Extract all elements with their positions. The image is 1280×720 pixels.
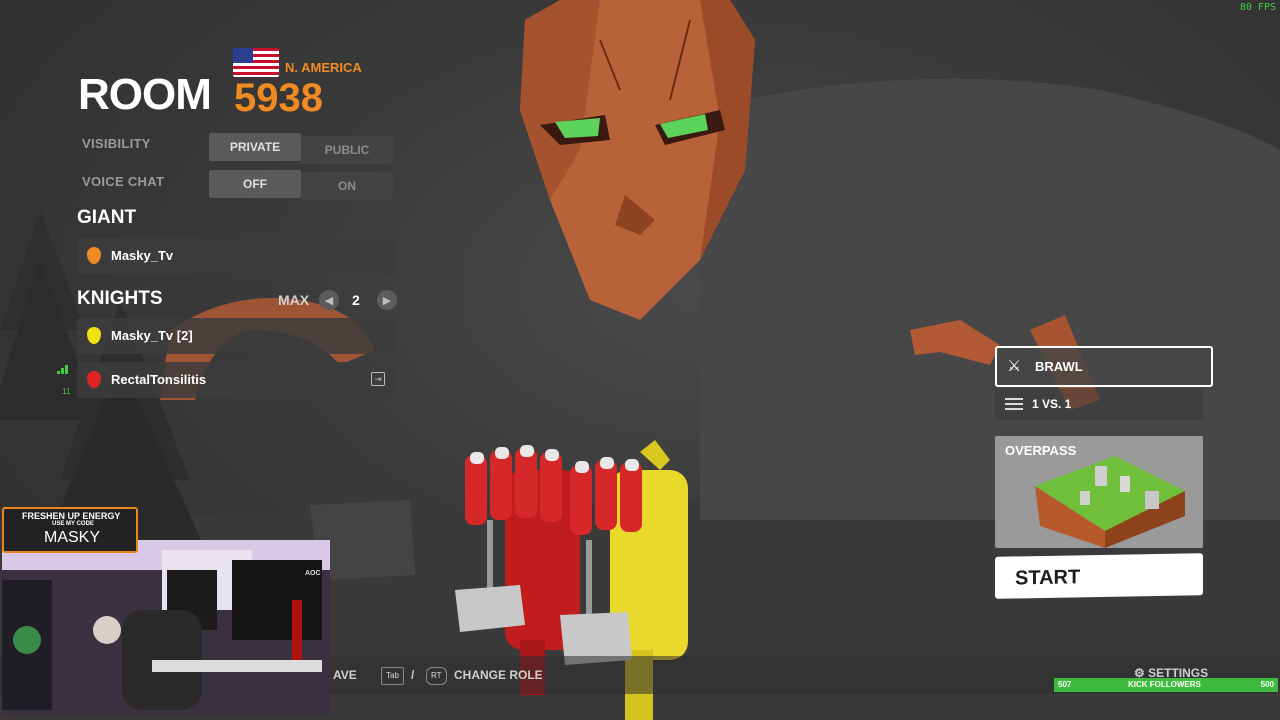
- change-role-hint[interactable]: CHANGE ROLE: [454, 668, 543, 682]
- game-mode-label: BRAWL: [1035, 359, 1083, 374]
- voice-on-button[interactable]: ON: [301, 172, 393, 200]
- fps-counter: 80 FPS: [1239, 2, 1276, 13]
- list-icon: [1005, 395, 1023, 413]
- knight-player-row[interactable]: RectalTonsilitis: [77, 362, 397, 398]
- team-size-selector[interactable]: 1 VS. 1: [995, 388, 1203, 420]
- sponsor-promo: FRESHEN UP ENERGY USE MY CODE MASKY: [2, 507, 138, 553]
- max-label: MAX: [278, 292, 310, 308]
- knight-player-row[interactable]: Masky_Tv [2]: [77, 318, 397, 354]
- map-name: OVERPASS: [1005, 443, 1077, 458]
- us-flag-icon: [233, 48, 279, 77]
- followers-current: 507: [1058, 680, 1072, 689]
- start-button[interactable]: START: [995, 553, 1203, 599]
- decrease-max-button[interactable]: ◀: [319, 290, 339, 310]
- followers-label: KICK FOLLOWERS: [1128, 680, 1201, 689]
- start-label: START: [1015, 566, 1081, 590]
- promo-line2: USE MY CODE: [52, 521, 94, 527]
- region-label: N. AMERICA: [285, 60, 362, 75]
- kick-player-icon[interactable]: ⇥: [371, 372, 385, 386]
- ping-value: 11: [62, 387, 71, 396]
- followers-goal-bar: 507 KICK FOLLOWERS 500: [1054, 678, 1278, 692]
- room-title: ROOM: [78, 70, 212, 119]
- promo-line1: FRESHEN UP ENERGY: [22, 511, 121, 521]
- webcam-image: [2, 540, 330, 716]
- max-value: 2: [352, 292, 360, 308]
- game-mode-selector[interactable]: ⚔ BRAWL: [995, 346, 1213, 387]
- voice-off-button[interactable]: OFF: [209, 170, 301, 198]
- knights-section-title: KNIGHTS: [77, 288, 163, 309]
- visibility-private-button[interactable]: PRIVATE: [209, 133, 301, 161]
- hint-separator: /: [411, 668, 415, 682]
- helmet-icon: [87, 327, 101, 344]
- leave-hint[interactable]: AVE: [333, 668, 357, 682]
- shield-icon: [87, 247, 101, 264]
- tab-key-icon: Tab: [381, 667, 404, 685]
- room-code: 5938: [234, 76, 323, 120]
- visibility-public-button[interactable]: PUBLIC: [301, 136, 393, 164]
- crossed-swords-icon: ⚔: [1007, 358, 1022, 375]
- helmet-icon: [87, 371, 101, 388]
- giant-section-title: GIANT: [77, 207, 137, 228]
- team-size-label: 1 VS. 1: [1032, 397, 1072, 411]
- followers-goal: 500: [1260, 680, 1274, 689]
- player-name: Masky_Tv: [111, 248, 174, 263]
- monitor-brand: AOC: [305, 570, 321, 577]
- increase-max-button[interactable]: ▶: [377, 290, 397, 310]
- player-name: Masky_Tv [2]: [111, 328, 193, 343]
- map-card[interactable]: OVERPASS: [995, 436, 1203, 548]
- voice-chat-label: VOICE CHAT: [82, 174, 165, 189]
- giant-player-row[interactable]: Masky_Tv: [77, 238, 397, 274]
- rt-trigger-icon: RT: [426, 667, 447, 685]
- webcam-feed: AOC: [2, 540, 330, 716]
- player-name: RectalTonsilitis: [111, 372, 207, 387]
- promo-code: MASKY: [44, 529, 101, 546]
- visibility-label: VISIBILITY: [82, 136, 151, 151]
